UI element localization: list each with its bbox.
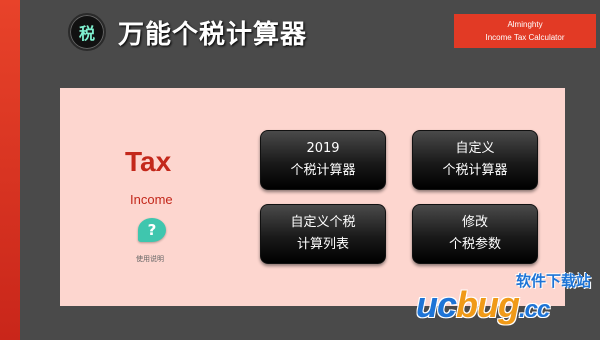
- button-label-line1: 自定义个税: [290, 215, 356, 230]
- watermark-logo: 软件下载站 ucbug.cc: [412, 270, 597, 334]
- watermark-bug: bug: [456, 284, 520, 325]
- button-label-line2: 计算列表: [296, 237, 349, 252]
- button-label-line2: 个税计算器: [290, 163, 356, 178]
- brand-box: Alminghty Income Tax Calculator: [454, 14, 596, 48]
- app-header: 税 万能个税计算器 Alminghty Income Tax Calculato…: [0, 0, 600, 62]
- app-logo-icon: 税: [68, 13, 106, 51]
- tax-calculator-2019-button[interactable]: 2019 个税计算器: [260, 130, 386, 190]
- help-label[interactable]: 使用说明: [136, 254, 164, 264]
- watermark-uc: uc: [416, 284, 457, 325]
- button-label-line1: 自定义: [455, 141, 495, 156]
- watermark-cc: .cc: [519, 296, 550, 323]
- watermark-main-text: ucbug.cc: [416, 284, 550, 326]
- custom-tax-list-button[interactable]: 自定义个税 计算列表: [260, 204, 386, 264]
- brand-line-1: Alminghty: [507, 20, 543, 29]
- edit-tax-params-button[interactable]: 修改 个税参数: [412, 204, 538, 264]
- button-label-line1: 修改: [461, 215, 488, 230]
- button-label-line2: 个税参数: [448, 237, 501, 252]
- app-title: 万能个税计算器: [118, 20, 308, 50]
- tax-subtitle: Income: [130, 192, 173, 207]
- brand-line-2: Income Tax Calculator: [485, 33, 565, 42]
- button-label-line1: 2019: [306, 141, 340, 156]
- button-label-line2: 个税计算器: [442, 163, 508, 178]
- tax-title: Tax: [125, 146, 172, 177]
- help-icon[interactable]: ?: [138, 218, 166, 242]
- custom-tax-calculator-button[interactable]: 自定义 个税计算器: [412, 130, 538, 190]
